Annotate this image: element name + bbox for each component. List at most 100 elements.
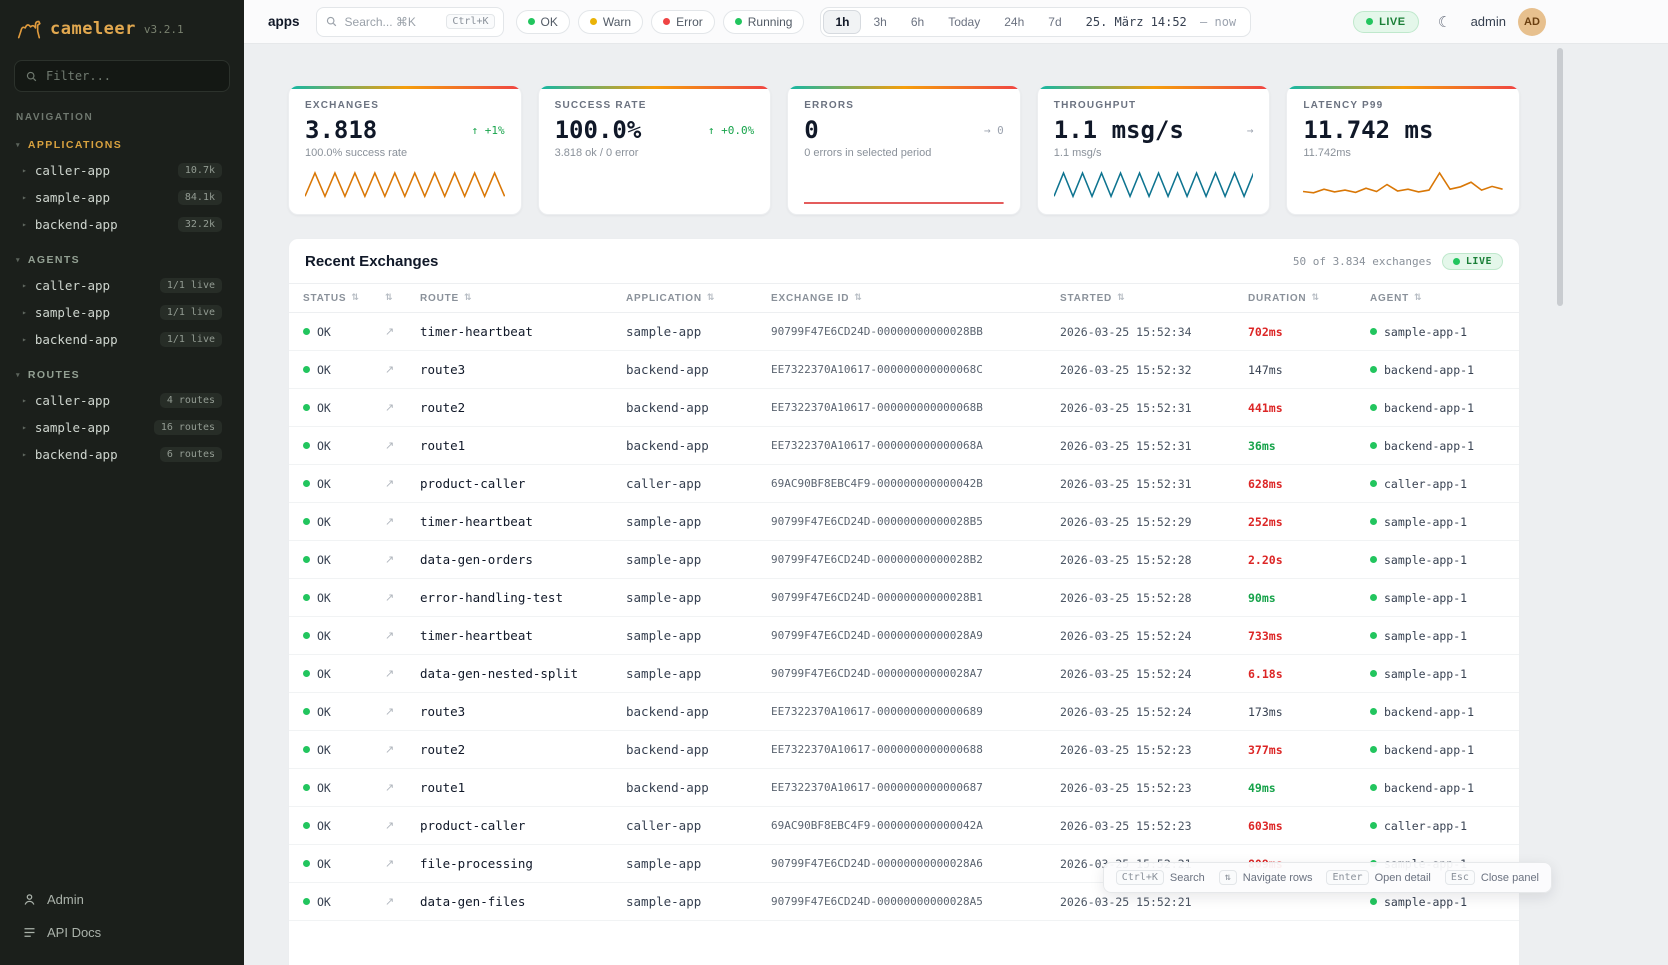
filter-input[interactable] [46,69,219,83]
table-row[interactable]: OK↗product-callercaller-app69AC90BF8EBC4… [289,465,1519,503]
table-row[interactable]: OK↗route2backend-appEE7322370A10617-0000… [289,389,1519,427]
open-cell[interactable]: ↗ [371,325,406,338]
nav-section-title[interactable]: ▾AGENTS [16,254,228,266]
sidebar-item-caller-app[interactable]: ▸caller-app1/1 live [14,272,230,299]
time-range-6h[interactable]: 6h [899,10,936,34]
column-header-exchange-id[interactable]: EXCHANGE ID⇅ [757,293,1046,304]
time-range-24h[interactable]: 24h [992,10,1036,34]
table-row[interactable]: OK↗data-gen-orderssample-app90799F47E6CD… [289,541,1519,579]
open-exchange-icon[interactable]: ↗ [385,591,394,604]
open-cell[interactable]: ↗ [371,363,406,376]
global-search[interactable]: Ctrl+K [316,7,504,37]
stat-card-errors[interactable]: ERRORS0→ 00 errors in selected period [787,85,1021,215]
column-header-route[interactable]: ROUTE⇅ [406,293,612,304]
sidebar-item-admin[interactable]: Admin [14,883,230,916]
table-row[interactable]: OK↗timer-heartbeatsample-app90799F47E6CD… [289,503,1519,541]
scrollbar-thumb[interactable] [1557,48,1563,306]
sidebar-item-backend-app[interactable]: ▸backend-app32.2k [14,211,230,238]
open-exchange-icon[interactable]: ↗ [385,743,394,756]
search-input[interactable] [345,15,440,29]
open-cell[interactable]: ↗ [371,705,406,718]
open-cell[interactable]: ↗ [371,401,406,414]
stat-card-latency-p99[interactable]: LATENCY P9911.742 ms11.742ms [1286,85,1520,215]
sort-icon[interactable]: ⇅ [1414,293,1422,303]
open-exchange-icon[interactable]: ↗ [385,819,394,832]
stat-card-throughput[interactable]: THROUGHPUT1.1 msg/s→1.1 msg/s [1037,85,1271,215]
sidebar-item-sample-app[interactable]: ▸sample-app1/1 live [14,299,230,326]
open-exchange-icon[interactable]: ↗ [385,401,394,414]
open-cell[interactable]: ↗ [371,439,406,452]
sort-icon[interactable]: ⇅ [385,293,393,303]
open-cell[interactable]: ↗ [371,857,406,870]
table-row[interactable]: OK↗route1backend-appEE7322370A10617-0000… [289,427,1519,465]
open-cell[interactable]: ↗ [371,515,406,528]
time-range-7d[interactable]: 7d [1036,10,1073,34]
status-filter-running[interactable]: Running [723,10,805,34]
open-cell[interactable]: ↗ [371,629,406,642]
context-label[interactable]: apps [268,14,300,29]
open-exchange-icon[interactable]: ↗ [385,705,394,718]
open-exchange-icon[interactable]: ↗ [385,439,394,452]
open-exchange-icon[interactable]: ↗ [385,667,394,680]
table-row[interactable]: OK↗route2backend-appEE7322370A10617-0000… [289,731,1519,769]
sidebar-item-caller-app[interactable]: ▸caller-app10.7k [14,157,230,184]
column-header-application[interactable]: APPLICATION⇅ [612,293,757,304]
open-exchange-icon[interactable]: ↗ [385,325,394,338]
open-cell[interactable]: ↗ [371,781,406,794]
open-exchange-icon[interactable]: ↗ [385,515,394,528]
column-header-duration[interactable]: DURATION⇅ [1234,293,1356,304]
table-row[interactable]: OK↗product-callercaller-app69AC90BF8EBC4… [289,807,1519,845]
sidebar-item-backend-app[interactable]: ▸backend-app1/1 live [14,326,230,353]
nav-section-title[interactable]: ▾APPLICATIONS [16,139,228,151]
sort-icon[interactable]: ⇅ [351,293,359,303]
open-exchange-icon[interactable]: ↗ [385,553,394,566]
table-row[interactable]: OK↗route1backend-appEE7322370A10617-0000… [289,769,1519,807]
table-row[interactable]: OK↗route3backend-appEE7322370A10617-0000… [289,351,1519,389]
table-row[interactable]: OK↗timer-heartbeatsample-app90799F47E6CD… [289,313,1519,351]
column-header-status[interactable]: STATUS⇅ [289,293,371,304]
open-cell[interactable]: ↗ [371,591,406,604]
live-badge[interactable]: LIVE [1353,11,1418,33]
open-exchange-icon[interactable]: ↗ [385,895,394,908]
open-cell[interactable]: ↗ [371,895,406,908]
status-filter-ok[interactable]: OK [516,10,570,34]
open-cell[interactable]: ↗ [371,553,406,566]
column-header-agent[interactable]: AGENT⇅ [1356,293,1519,304]
sort-icon[interactable]: ⇅ [1311,293,1319,303]
sort-icon[interactable]: ⇅ [854,293,862,303]
status-filter-error[interactable]: Error [651,10,715,34]
sidebar-item-backend-app[interactable]: ▸backend-app6 routes [14,441,230,468]
open-exchange-icon[interactable]: ↗ [385,629,394,642]
time-range-1h[interactable]: 1h [823,10,861,34]
sidebar-item-caller-app[interactable]: ▸caller-app4 routes [14,387,230,414]
open-cell[interactable]: ↗ [371,819,406,832]
stat-card-exchanges[interactable]: EXCHANGES3.818↑ +1%100.0% success rate [288,85,522,215]
sort-icon[interactable]: ⇅ [1117,293,1125,303]
open-exchange-icon[interactable]: ↗ [385,857,394,870]
open-cell[interactable]: ↗ [371,743,406,756]
open-exchange-icon[interactable]: ↗ [385,781,394,794]
table-row[interactable]: OK↗route3backend-appEE7322370A10617-0000… [289,693,1519,731]
sidebar-item-api-docs[interactable]: API Docs [14,916,230,949]
sidebar-item-sample-app[interactable]: ▸sample-app16 routes [14,414,230,441]
app-logo[interactable]: cameleer v3.2.1 [14,14,230,60]
open-cell[interactable]: ↗ [371,667,406,680]
avatar[interactable]: AD [1518,8,1546,36]
time-range-today[interactable]: Today [936,10,992,34]
nav-section-title[interactable]: ▾ROUTES [16,369,228,381]
time-range-3h[interactable]: 3h [861,10,898,34]
table-row[interactable]: OK↗timer-heartbeatsample-app90799F47E6CD… [289,617,1519,655]
status-filter-warn[interactable]: Warn [578,10,643,34]
open-exchange-icon[interactable]: ↗ [385,477,394,490]
table-row[interactable]: OK↗data-gen-nested-splitsample-app90799F… [289,655,1519,693]
open-cell[interactable]: ↗ [371,477,406,490]
table-row[interactable]: OK↗error-handling-testsample-app90799F47… [289,579,1519,617]
column-header-link[interactable]: ⇅ [371,293,406,303]
stat-card-success-rate[interactable]: SUCCESS RATE100.0%↑ +0.0%3.818 ok / 0 er… [538,85,772,215]
sidebar-item-sample-app[interactable]: ▸sample-app84.1k [14,184,230,211]
column-header-started[interactable]: STARTED⇅ [1046,293,1234,304]
sort-icon[interactable]: ⇅ [707,293,715,303]
sort-icon[interactable]: ⇅ [464,293,472,303]
theme-toggle-moon-icon[interactable]: ☾ [1431,8,1459,36]
open-exchange-icon[interactable]: ↗ [385,363,394,376]
